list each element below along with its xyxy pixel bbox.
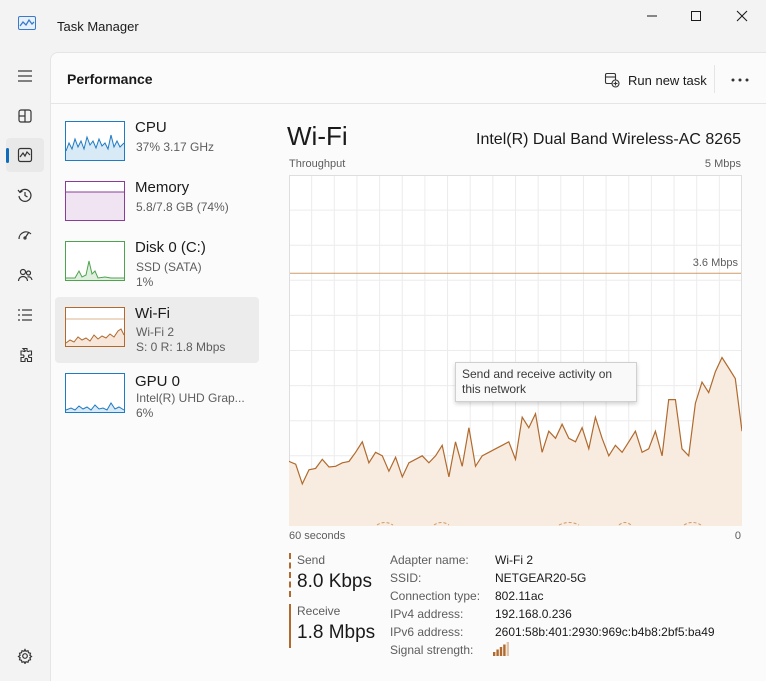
resource-item-disk[interactable]: Disk 0 (C:) SSD (SATA) 1% (55, 227, 259, 293)
tooltip: Send and receive activity on this networ… (455, 362, 637, 402)
hamburger-menu-button[interactable] (6, 59, 44, 93)
more-options-button[interactable] (727, 69, 753, 91)
disk-thumbnail-graph (65, 241, 125, 281)
run-new-task-label: Run new task (628, 72, 707, 88)
resource-detail: 37% 3.17 GHz (136, 140, 215, 154)
app-history-icon (17, 188, 32, 202)
prop-label-ssid: SSID: (390, 571, 422, 585)
threshold-label: 3.6 Mbps (692, 257, 738, 270)
receive-label: Receive (297, 604, 341, 618)
send-label: Send (297, 553, 326, 567)
resource-detail: Wi-Fi 2 (136, 325, 174, 339)
hamburger-icon (18, 70, 32, 82)
rail-settings-button[interactable] (6, 639, 44, 673)
rail-app-history-button[interactable] (6, 178, 44, 212)
detail-title: Wi-Fi (287, 121, 348, 151)
run-new-task-button[interactable]: Run new task (604, 69, 707, 91)
minimize-button[interactable] (629, 0, 675, 32)
send-value: 8.0 Kbps (297, 571, 372, 592)
memory-thumbnail-graph (65, 181, 125, 221)
resource-name: Wi-Fi (135, 305, 170, 322)
resource-item-memory[interactable]: Memory 5.8/7.8 GB (74%) (55, 167, 259, 233)
users-icon (17, 268, 33, 282)
resource-name: Memory (135, 179, 190, 196)
receive-stat: Receive 1.8 Mbps (289, 604, 379, 648)
adapter-name: Intel(R) Dual Band Wireless-AC 8265 (476, 131, 741, 148)
resource-name: GPU 0 (135, 373, 181, 390)
throughput-graph[interactable] (289, 175, 742, 526)
prop-label-adapter: Adapter name: (390, 553, 469, 567)
max-scale-label: 5 Mbps (704, 158, 741, 170)
receive-value: 1.8 Mbps (297, 622, 376, 643)
header-divider (51, 103, 766, 104)
details-icon (18, 309, 32, 321)
processes-icon (18, 109, 32, 123)
gear-icon (17, 648, 33, 664)
gpu-thumbnail-graph (65, 373, 125, 413)
rail-details-button[interactable] (6, 298, 44, 332)
wifi-thumbnail-graph (65, 307, 125, 347)
toolbar-divider (714, 65, 715, 93)
resource-usage: 1% (136, 275, 154, 289)
signal-bar (503, 644, 506, 656)
resource-item-cpu[interactable]: CPU 37% 3.17 GHz (55, 107, 259, 173)
resource-usage: S: 0 R: 1.8 Mbps (136, 340, 226, 354)
prop-label-ipv6: IPv6 address: (390, 625, 464, 639)
title-bar: Task Manager (0, 0, 766, 52)
signal-bar (506, 642, 509, 656)
close-icon (736, 10, 748, 22)
task-manager-icon (18, 16, 36, 30)
services-icon (20, 347, 33, 363)
minimize-icon (647, 15, 657, 17)
cpu-thumbnail-graph (65, 121, 125, 161)
prop-label-ipv4: IPv4 address: (390, 607, 464, 621)
zero-label: 0 (734, 530, 741, 542)
prop-value-ipv6: 2601:58b:401:2930:969c:b4b8:2bf5:ba49 (495, 625, 715, 639)
run-task-icon (604, 72, 620, 88)
time-span-label: 60 seconds (289, 530, 346, 542)
prop-value-connection: 802.11ac (495, 589, 544, 603)
performance-icon (17, 147, 33, 163)
signal-strength-icon (493, 642, 509, 656)
rail-processes-button[interactable] (6, 99, 44, 133)
page-title: Performance (67, 71, 153, 87)
send-stat: Send 8.0 Kbps (289, 553, 379, 597)
more-icon (731, 78, 749, 82)
rail-services-button[interactable] (6, 338, 44, 372)
close-button[interactable] (719, 0, 765, 32)
rail-startup-apps-button[interactable] (6, 218, 44, 252)
resource-usage: 6% (136, 406, 154, 420)
throughput-label: Throughput (289, 158, 346, 170)
resource-detail: SSD (SATA) (136, 260, 202, 274)
signal-bar (499, 647, 503, 656)
startup-apps-icon (18, 231, 32, 240)
main-panel: Performance Run new task CPU 37% 3.17 GH… (50, 52, 766, 681)
prop-label-signal: Signal strength: (390, 643, 474, 657)
resource-detail: 5.8/7.8 GB (74%) (136, 200, 229, 214)
prop-value-ssid: NETGEAR20-5G (495, 571, 587, 585)
prop-value-adapter: Wi-Fi 2 (495, 553, 533, 567)
signal-bar (496, 649, 499, 656)
rail-performance-button[interactable] (6, 138, 44, 172)
resource-item-wifi[interactable]: Wi-Fi Wi-Fi 2 S: 0 R: 1.8 Mbps (55, 297, 259, 363)
prop-value-ipv4: 192.168.0.236 (495, 607, 572, 621)
resource-name: CPU (135, 119, 167, 136)
signal-bar (493, 652, 496, 656)
maximize-icon (691, 11, 701, 21)
resource-detail: Intel(R) UHD Grap... (136, 391, 245, 405)
window-title: Task Manager (57, 19, 139, 34)
prop-label-connection: Connection type: (390, 589, 481, 603)
resource-item-gpu[interactable]: GPU 0 Intel(R) UHD Grap... 6% (55, 367, 259, 433)
rail-users-button[interactable] (6, 258, 44, 292)
maximize-button[interactable] (673, 0, 719, 32)
resource-name: Disk 0 (C:) (135, 239, 206, 256)
